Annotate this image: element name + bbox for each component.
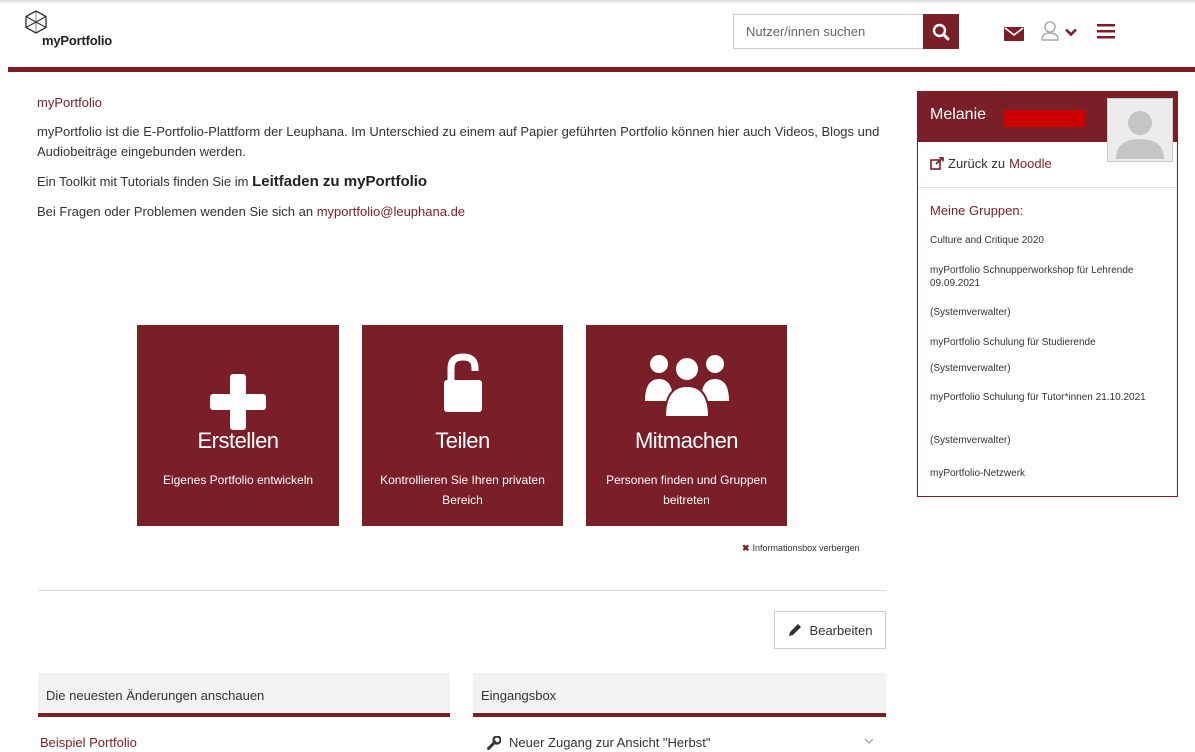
group-item: (Systemverwalter) bbox=[930, 307, 1011, 318]
hide-infobox-link[interactable]: ✖ Informationsbox verbergen bbox=[742, 543, 860, 554]
group-item: (Systemverwalter) bbox=[930, 435, 1011, 446]
groups-title: Meine Gruppen: bbox=[930, 203, 1024, 218]
wrench-icon bbox=[487, 735, 501, 750]
panel-inbox-title: Eingangsbox bbox=[481, 688, 557, 703]
avatar[interactable] bbox=[1107, 98, 1173, 162]
panel-recent-item[interactable]: Beispiel Portfolio bbox=[40, 735, 137, 750]
tile-title: Teilen bbox=[435, 428, 490, 453]
panel-inbox-header: Eingangsbox bbox=[473, 673, 886, 717]
menu-icon[interactable] bbox=[1097, 23, 1115, 39]
search-icon bbox=[932, 23, 950, 40]
group-item[interactable]: Culture and Critique 2020 bbox=[930, 234, 1165, 247]
toolkit-link[interactable]: Leitfaden zu myPortfolio bbox=[252, 173, 427, 190]
tile-mitmachen[interactable]: Mitmachen Personen finden und Gruppen be… bbox=[586, 325, 787, 526]
tile-subtitle: Kontrollieren Sie Ihren privaten Bereich bbox=[380, 473, 545, 507]
tile-subtitle: Eigenes Portfolio entwickeln bbox=[162, 473, 314, 487]
top-shadow bbox=[0, 0, 1195, 4]
intro-description: myPortfolio ist die E-Portfolio-Plattfor… bbox=[37, 124, 880, 159]
back-to-moodle-link[interactable]: Zurück zu Moodle bbox=[930, 156, 1052, 171]
cube-logo-icon bbox=[25, 10, 47, 34]
logo-text: myPortfolio bbox=[42, 33, 113, 48]
group-item: (Systemverwalter) bbox=[930, 363, 1011, 374]
sidebar-divider bbox=[918, 187, 1177, 188]
header-divider bbox=[8, 67, 1195, 72]
intro-title: myPortfolio bbox=[37, 95, 103, 110]
edit-button[interactable]: Bearbeiten bbox=[774, 611, 886, 649]
group-item[interactable]: myPortfolio Schnupperworkshop für Lehren… bbox=[930, 264, 1165, 290]
user-name[interactable]: Melanie bbox=[930, 106, 986, 124]
hide-infobox-label: Informationsbox verbergen bbox=[752, 543, 860, 553]
search-button[interactable] bbox=[923, 14, 959, 49]
contact-email-link[interactable]: myportfolio@leuphana.de bbox=[317, 204, 465, 219]
users-icon bbox=[644, 355, 729, 418]
tile-title: Mitmachen bbox=[634, 428, 739, 453]
tile-subtitle: Personen finden und Gruppen beitreten bbox=[606, 473, 767, 507]
panel-recent-title: Die neuesten Änderungen anschauen bbox=[46, 688, 265, 703]
intro-toolkit: Ein Toolkit mit Tutorials finden Sie im … bbox=[37, 172, 897, 192]
section-divider bbox=[38, 590, 886, 591]
logo[interactable]: myPortfolio bbox=[24, 10, 164, 52]
panel-inbox-item[interactable]: Neuer Zugang zur Ansicht "Herbst" bbox=[487, 735, 710, 750]
toolkit-prefix: Ein Toolkit mit Tutorials finden Sie im bbox=[37, 174, 249, 189]
group-item[interactable]: myPortfolio-Netzwerk bbox=[930, 467, 1165, 480]
tile-title: Erstellen bbox=[197, 428, 279, 453]
intro-contact: Bei Fragen oder Problemen wenden Sie sic… bbox=[37, 202, 897, 222]
avatar-placeholder-icon bbox=[1116, 111, 1164, 159]
group-item[interactable]: myPortfolio Schulung für Studierende bbox=[930, 336, 1165, 349]
panel-inbox-item-label: Neuer Zugang zur Ansicht "Herbst" bbox=[509, 735, 711, 750]
unlock-icon bbox=[443, 353, 482, 412]
mail-icon[interactable] bbox=[1004, 27, 1024, 41]
back-link: Moodle bbox=[1009, 156, 1052, 171]
contact-prefix: Bei Fragen oder Problemen wenden Sie sic… bbox=[37, 204, 314, 219]
chevron-down-icon[interactable] bbox=[864, 738, 874, 745]
chevron-down-icon[interactable] bbox=[1065, 28, 1077, 37]
external-link-icon bbox=[930, 157, 944, 170]
tile-teilen[interactable]: Teilen Kontrollieren Sie Ihren privaten … bbox=[362, 325, 563, 526]
redacted-surname bbox=[1004, 110, 1085, 127]
tile-erstellen[interactable]: Erstellen Eigenes Portfolio entwickeln bbox=[137, 325, 339, 526]
close-icon: ✖ bbox=[742, 543, 750, 553]
edit-button-label: Bearbeiten bbox=[809, 622, 873, 638]
user-icon[interactable] bbox=[1041, 21, 1059, 41]
plus-icon bbox=[210, 374, 266, 430]
intro-section: myPortfolio myPortfolio ist die E-Portfo… bbox=[37, 93, 897, 222]
search-input[interactable] bbox=[733, 14, 923, 49]
pencil-icon bbox=[788, 624, 801, 636]
panel-recent-header: Die neuesten Änderungen anschauen bbox=[38, 673, 450, 717]
group-item[interactable]: myPortfolio Schulung für Tutor*innen 21.… bbox=[930, 391, 1165, 404]
back-prefix: Zurück zu bbox=[948, 156, 1006, 171]
